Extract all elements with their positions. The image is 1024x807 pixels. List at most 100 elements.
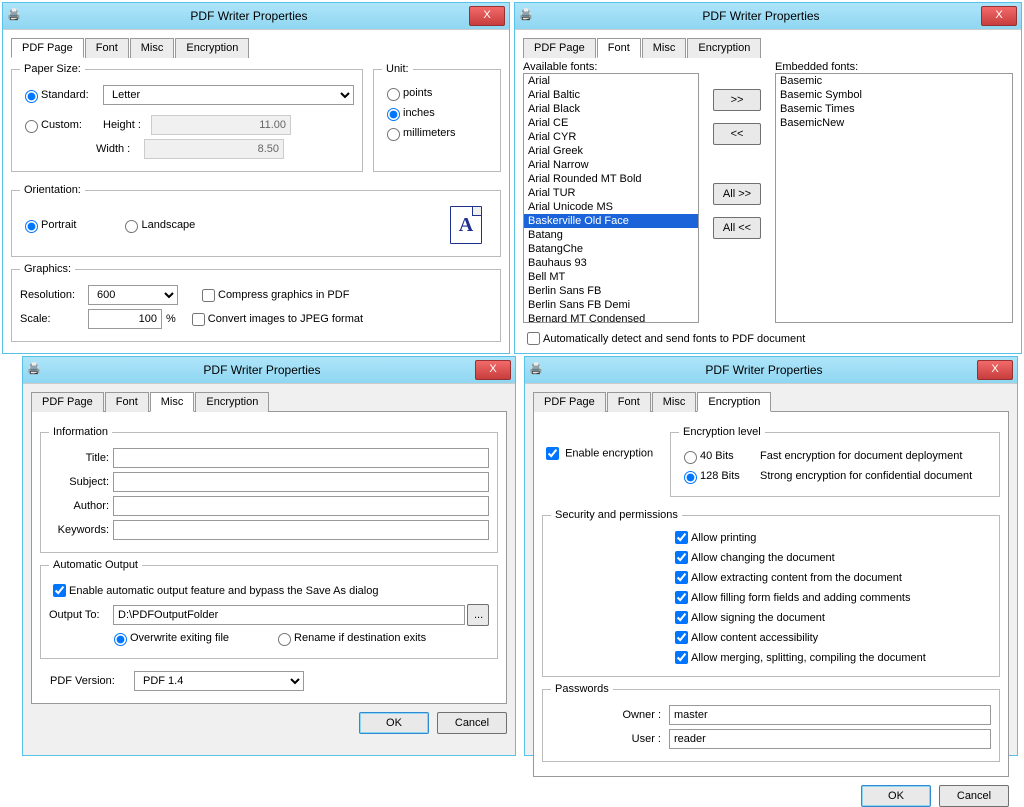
remove-font-button[interactable]: << — [713, 123, 761, 145]
information-group: Information Title: Subject: Author: Keyw… — [40, 426, 498, 553]
permission-check[interactable] — [675, 651, 688, 664]
font-item[interactable]: Arial CYR — [524, 130, 698, 144]
scale-input[interactable] — [88, 309, 162, 329]
dialog-encryption: 🖨️ PDF Writer Properties X PDF Page Font… — [524, 356, 1018, 756]
permission-label: Allow changing the document — [691, 552, 835, 564]
enc-128-radio[interactable] — [684, 471, 697, 484]
enc-40-radio[interactable] — [684, 451, 697, 464]
font-item[interactable]: Bauhaus 93 — [524, 256, 698, 270]
standard-radio[interactable] — [25, 90, 38, 103]
permission-check[interactable] — [675, 551, 688, 564]
font-item[interactable]: Berlin Sans FB Demi — [524, 298, 698, 312]
font-item[interactable]: Basemic Symbol — [776, 88, 1012, 102]
font-item[interactable]: Arial Unicode MS — [524, 200, 698, 214]
browse-button[interactable]: ... — [467, 604, 489, 626]
tab-font[interactable]: Font — [85, 38, 129, 58]
close-button[interactable]: X — [977, 360, 1013, 380]
unit-mm-radio[interactable] — [387, 128, 400, 141]
close-button[interactable]: X — [981, 6, 1017, 26]
font-item[interactable]: Arial Narrow — [524, 158, 698, 172]
font-item[interactable]: Bell MT — [524, 270, 698, 284]
font-item[interactable]: Basemic Times — [776, 102, 1012, 116]
permission-check[interactable] — [675, 591, 688, 604]
tab-misc[interactable]: Misc — [642, 38, 687, 58]
enc-level-legend: Encryption level — [679, 426, 765, 438]
landscape-radio[interactable] — [125, 220, 138, 233]
font-item[interactable]: Batang — [524, 228, 698, 242]
resolution-label: Resolution: — [20, 289, 84, 301]
add-font-button[interactable]: >> — [713, 89, 761, 111]
font-item[interactable]: Arial Black — [524, 102, 698, 116]
compress-check[interactable] — [202, 289, 215, 302]
close-button[interactable]: X — [469, 6, 505, 26]
tabs: PDF Page Font Misc Encryption — [11, 38, 501, 58]
user-input[interactable] — [669, 729, 991, 749]
tab-encryption[interactable]: Encryption — [175, 38, 249, 58]
title-label: Title: — [49, 452, 109, 464]
printer-icon: 🖨️ — [7, 8, 23, 24]
ok-button[interactable]: OK — [861, 785, 931, 807]
font-item[interactable]: BasemicNew — [776, 116, 1012, 130]
close-button[interactable]: X — [475, 360, 511, 380]
output-to-input[interactable] — [113, 605, 465, 625]
tab-misc[interactable]: Misc — [130, 38, 175, 58]
title-input[interactable] — [113, 448, 489, 468]
portrait-radio[interactable] — [25, 220, 38, 233]
font-item[interactable]: Arial Rounded MT Bold — [524, 172, 698, 186]
font-item[interactable]: Arial CE — [524, 116, 698, 130]
ok-button[interactable]: OK — [359, 712, 429, 734]
cancel-button[interactable]: Cancel — [939, 785, 1009, 807]
overwrite-radio[interactable] — [114, 633, 127, 646]
author-input[interactable] — [113, 496, 489, 516]
tab-font[interactable]: Font — [105, 392, 149, 412]
font-item[interactable]: Arial Baltic — [524, 88, 698, 102]
tab-encryption[interactable]: Encryption — [195, 392, 269, 412]
permission-check[interactable] — [675, 531, 688, 544]
tab-pdf-page[interactable]: PDF Page — [11, 38, 84, 58]
add-all-button[interactable]: All >> — [713, 183, 761, 205]
tab-misc[interactable]: Misc — [150, 392, 195, 412]
tab-encryption[interactable]: Encryption — [697, 392, 771, 412]
titlebar: 🖨️ PDF Writer Properties X — [525, 357, 1017, 383]
remove-all-button[interactable]: All << — [713, 217, 761, 239]
pdf-version-select[interactable]: PDF 1.4 — [134, 671, 304, 691]
font-item[interactable]: Arial TUR — [524, 186, 698, 200]
unit-points-radio[interactable] — [387, 88, 400, 101]
permission-check[interactable] — [675, 611, 688, 624]
unit-inches-radio[interactable] — [387, 108, 400, 121]
tab-misc[interactable]: Misc — [652, 392, 697, 412]
keywords-input[interactable] — [113, 520, 489, 540]
font-item[interactable]: Arial — [524, 74, 698, 88]
tab-font[interactable]: Font — [597, 38, 641, 58]
scale-unit: % — [166, 313, 176, 325]
enable-auto-check[interactable] — [53, 584, 66, 597]
font-item[interactable]: Berlin Sans FB — [524, 284, 698, 298]
width-input[interactable] — [144, 139, 284, 159]
permission-check[interactable] — [675, 631, 688, 644]
convert-check[interactable] — [192, 313, 205, 326]
custom-radio[interactable] — [25, 120, 38, 133]
overwrite-label: Overwrite exiting file — [130, 632, 229, 644]
font-item[interactable]: Bernard MT Condensed — [524, 312, 698, 323]
tab-pdf-page[interactable]: PDF Page — [523, 38, 596, 58]
tab-pdf-page[interactable]: PDF Page — [31, 392, 104, 412]
tab-pdf-page[interactable]: PDF Page — [533, 392, 606, 412]
embedded-fonts-list[interactable]: BasemicBasemic SymbolBasemic TimesBasemi… — [775, 73, 1013, 323]
font-item[interactable]: Basemic — [776, 74, 1012, 88]
auto-detect-check[interactable] — [527, 332, 540, 345]
available-fonts-list[interactable]: ArialArial BalticArial BlackArial CEAria… — [523, 73, 699, 323]
font-item[interactable]: Arial Greek — [524, 144, 698, 158]
rename-radio[interactable] — [278, 633, 291, 646]
tab-encryption[interactable]: Encryption — [687, 38, 761, 58]
owner-input[interactable] — [669, 705, 991, 725]
tab-font[interactable]: Font — [607, 392, 651, 412]
resolution-select[interactable]: 600 — [88, 285, 178, 305]
cancel-button[interactable]: Cancel — [437, 712, 507, 734]
standard-select[interactable]: Letter — [103, 85, 354, 105]
permission-check[interactable] — [675, 571, 688, 584]
font-item[interactable]: Baskerville Old Face — [524, 214, 698, 228]
enable-encryption-check[interactable] — [546, 447, 559, 460]
height-input[interactable] — [151, 115, 291, 135]
subject-input[interactable] — [113, 472, 489, 492]
font-item[interactable]: BatangChe — [524, 242, 698, 256]
